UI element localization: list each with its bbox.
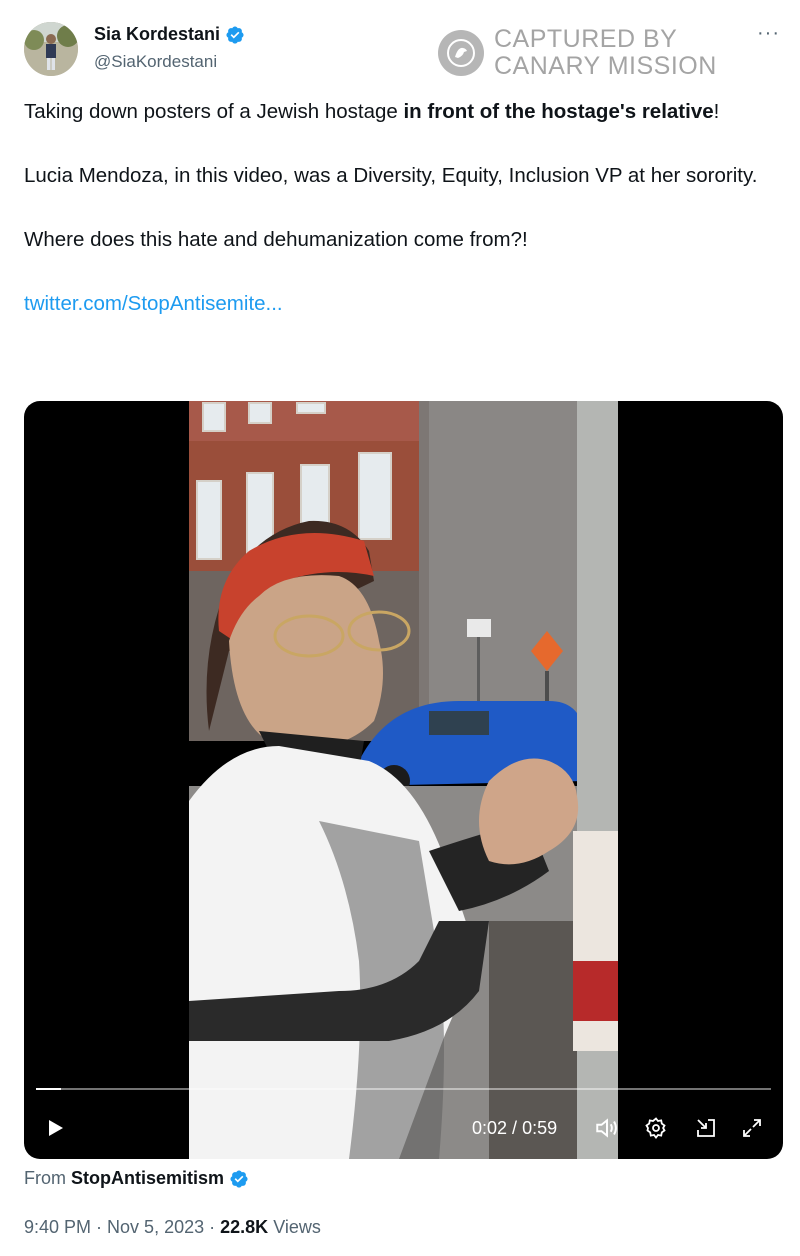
watermark: CAPTURED BY CANARY MISSION [438, 26, 717, 80]
video-progress-fill [36, 1088, 61, 1090]
tweet-text-plain: Taking down posters of a Jewish hostage [24, 100, 404, 123]
video-time-separator: / [507, 1118, 523, 1138]
tweet-text-suffix: ! [713, 100, 720, 123]
pip-icon[interactable] [692, 1113, 720, 1143]
fullscreen-icon[interactable] [738, 1113, 766, 1143]
video-current-time: 0:02 [472, 1118, 508, 1138]
play-icon[interactable] [42, 1113, 68, 1143]
tweet-paragraph-2: Lucia Mendoza, in this video, was a Dive… [24, 164, 758, 187]
author-display-name[interactable]: Sia Kordestani [94, 24, 220, 45]
watermark-line2: CANARY MISSION [494, 52, 717, 80]
tweet-text-bold: in front of the hostage's relative [403, 100, 714, 123]
views-count: 22.8K [220, 1217, 269, 1237]
video-time: 0:02 / 0:59 [472, 1118, 557, 1139]
views-label: Views [273, 1217, 321, 1237]
video-frame[interactable] [189, 401, 618, 1159]
verified-badge-icon [225, 25, 245, 45]
tweet-meta: 9:40 PM · Nov 5, 2023 · 22.8K Views [24, 1217, 321, 1238]
canary-logo-icon [438, 30, 484, 76]
video-progress-bar[interactable] [36, 1088, 771, 1090]
avatar[interactable] [24, 22, 78, 76]
tweet-card: Sia Kordestani @SiaKordestani CAPTURED B… [0, 0, 800, 1256]
video-duration: 0:59 [522, 1118, 558, 1138]
tweet-link[interactable]: twitter.com/StopAntisemite... [24, 292, 283, 315]
meta-separator: · [209, 1217, 216, 1237]
source-name-link[interactable]: StopAntisemitism [71, 1168, 224, 1189]
tweet-date-link[interactable]: Nov 5, 2023 [107, 1217, 204, 1238]
watermark-line1: CAPTURED BY [494, 25, 678, 53]
video-source: From StopAntisemitism [24, 1168, 249, 1189]
author-name-row[interactable]: Sia Kordestani [94, 24, 245, 45]
video-player[interactable]: 0:02 / 0:59 [24, 401, 783, 1159]
more-dots-icon[interactable]: ··· [757, 22, 780, 45]
tweet-paragraph-3: Where does this hate and dehumanization … [24, 228, 528, 251]
volume-icon[interactable] [593, 1113, 621, 1143]
source-verified-badge-icon [229, 1169, 249, 1189]
author-handle[interactable]: @SiaKordestani [94, 52, 217, 72]
tweet-time-link[interactable]: 9:40 PM [24, 1217, 91, 1238]
source-prefix: From [24, 1168, 66, 1188]
tweet-paragraph-1: Taking down posters of a Jewish hostage … [24, 96, 776, 128]
settings-icon[interactable] [642, 1113, 670, 1143]
meta-separator: · [96, 1217, 103, 1237]
tweet-text: Taking down posters of a Jewish hostage … [24, 96, 776, 320]
